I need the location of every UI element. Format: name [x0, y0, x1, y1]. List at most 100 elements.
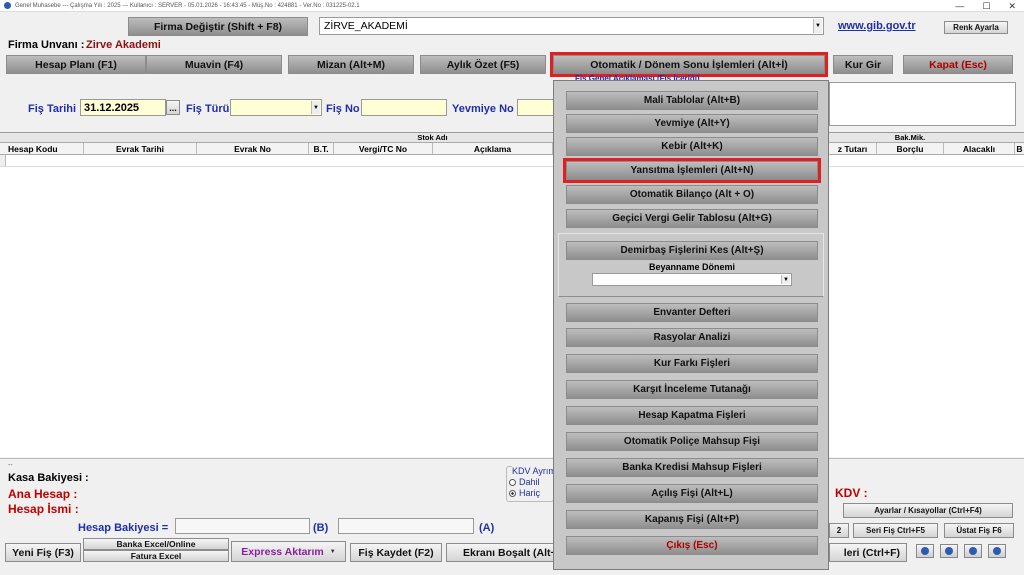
grid-column-header: Hesap Kodu Evrak Tarihi Evrak No B.T. Ve… — [0, 143, 1024, 155]
col-bt[interactable]: B.T. — [309, 143, 334, 154]
menu-otomatik-police[interactable]: Otomatik Poliçe Mahsup Fişi — [566, 432, 818, 451]
nav-next-button[interactable] — [964, 544, 982, 558]
hesap-bakiyesi-alacak-field — [338, 518, 474, 534]
menu-karsit-inceleme[interactable]: Karşıt İnceleme Tutanağı — [566, 380, 818, 399]
kasa-bakiyesi-label: Kasa Bakiyesi : — [8, 472, 89, 484]
seri-fis-button[interactable]: Seri Fiş Ctrl+F5 — [853, 523, 938, 538]
row-indicator — [0, 155, 6, 166]
radio-icon — [509, 478, 516, 486]
col-vergi-tc-no[interactable]: Vergi/TC No — [334, 143, 433, 154]
fis-no-input[interactable] — [361, 99, 447, 116]
otomatik-islemler-menu: Mali Tablolar (Alt+B) Yevmiye (Alt+Y) Ke… — [553, 80, 829, 570]
col-evrak-no[interactable]: Evrak No — [197, 143, 309, 154]
chevron-down-icon[interactable]: ▼ — [813, 19, 822, 33]
fis-genel-aciklama-input[interactable] — [829, 82, 1016, 126]
banka-excel-button[interactable]: Banka Excel/Online — [83, 538, 229, 550]
maximize-icon[interactable]: ☐ — [982, 1, 990, 12]
hesap-ismi-label: Hesap İsmi : — [8, 502, 79, 516]
nav-prev-icon — [945, 547, 953, 555]
yeni-fis-button[interactable]: Yeni Fiş (F3) — [5, 543, 81, 562]
minimize-icon[interactable]: — — [955, 1, 964, 11]
menu-otomatik-bilanco[interactable]: Otomatik Bilanço (Alt + O) — [566, 185, 818, 204]
renk-ayarla-button[interactable]: Renk Ayarla — [944, 21, 1008, 34]
window-titlebar: Genel Muhasebe --- Çalışma Yılı : 2025 -… — [0, 0, 1024, 12]
kur-gir-button[interactable]: Kur Gir — [833, 55, 893, 74]
fis-turu-label: Fiş Türü — [186, 103, 230, 115]
menu-mali-tablolar[interactable]: Mali Tablolar (Alt+B) — [566, 91, 818, 110]
beyanname-donemi-select[interactable]: ▼ — [592, 273, 792, 286]
col-evrak-tarihi[interactable]: Evrak Tarihi — [84, 143, 197, 154]
nav-first-icon — [921, 547, 929, 555]
splitter-handle[interactable]: -- — [8, 462, 13, 469]
yevmiye-no-label: Yevmiye No — [452, 103, 514, 115]
company-select-value: ZİRVE_AKADEMİ — [324, 20, 408, 32]
hesap-bakiyesi-label: Hesap Bakiyesi = — [78, 522, 169, 534]
mizan-button[interactable]: Mizan (Alt+M) — [288, 55, 414, 74]
menu-hesap-kapatma[interactable]: Hesap Kapatma Fişleri — [566, 406, 818, 425]
col-hesap-kodu[interactable]: Hesap Kodu — [0, 143, 84, 154]
ayarlar-kisayollar-button[interactable]: Ayarlar / Kısayollar (Ctrl+F4) — [843, 503, 1013, 518]
company-select[interactable]: ZİRVE_AKADEMİ ▼ — [319, 17, 824, 35]
fatura-excel-button[interactable]: Fatura Excel — [83, 550, 229, 562]
hesap-plani-button[interactable]: Hesap Planı (F1) — [6, 55, 146, 74]
menu-yansitma-islemleri[interactable]: Yansıtma İşlemleri (Alt+N) — [563, 158, 821, 183]
menu-banka-kredisi[interactable]: Banka Kredisi Mahsup Fişleri — [566, 458, 818, 477]
ctrl-f-button[interactable]: leri (Ctrl+F) — [829, 543, 907, 562]
col-b[interactable]: B — [1015, 143, 1024, 154]
ustat-fis-button[interactable]: Üstat Fiş F6 — [944, 523, 1014, 538]
col-tutari[interactable]: z Tutarı — [829, 143, 877, 154]
firma-degistir-button[interactable]: Firma Değiştir (Shift + F8) — [128, 17, 308, 36]
close-icon[interactable]: ✕ — [1008, 1, 1016, 12]
hesap-bakiyesi-borc-field — [175, 518, 310, 534]
menu-cikis[interactable]: Çıkış (Esc) — [566, 536, 818, 555]
menu-gecici-vergi[interactable]: Geçici Vergi Gelir Tablosu (Alt+G) — [566, 209, 818, 228]
kdv-haric-radio[interactable]: Hariç — [509, 488, 540, 498]
fis-no-label: Fiş No — [326, 103, 360, 115]
chevron-down-icon[interactable]: ▼ — [781, 275, 790, 284]
chevron-down-icon[interactable]: ▼ — [311, 101, 320, 114]
firma-unvani-value: Zirve Akademi — [86, 39, 161, 51]
fis-tarihi-label: Fiş Tarihi — [28, 103, 77, 115]
yevmiye-no-input[interactable] — [517, 99, 557, 116]
menu-acilis-fisi[interactable]: Açılış Fişi (Alt+L) — [566, 484, 818, 503]
table-row[interactable] — [0, 155, 1024, 167]
nav-last-button[interactable] — [988, 544, 1006, 558]
kapat-button[interactable]: Kapat (Esc) — [903, 55, 1013, 74]
beyanname-donemi-label: Beyanname Dönemi — [648, 262, 736, 272]
nav-prev-button[interactable] — [940, 544, 958, 558]
ana-hesap-label: Ana Hesap : — [8, 487, 78, 501]
fis-detail-grid[interactable]: Stok Adı Bak.Mik. Hesap Kodu Evrak Tarih… — [0, 132, 1024, 457]
app-icon — [4, 2, 11, 9]
kdv-dahil-radio[interactable]: Dahil — [509, 477, 540, 487]
menu-kur-farki-fisleri[interactable]: Kur Farkı Fişleri — [566, 354, 818, 373]
alacak-a-label: (A) — [479, 522, 495, 534]
button-2[interactable]: 2 — [829, 523, 849, 538]
muavin-button[interactable]: Muavin (F4) — [146, 55, 282, 74]
chevron-down-icon[interactable]: ▼ — [330, 549, 336, 555]
kdv-label: KDV : — [835, 486, 868, 500]
nav-last-icon — [993, 547, 1001, 555]
kdv-ayrimi-label: KDV Ayrımı — [512, 466, 554, 476]
gib-link[interactable]: www.gib.gov.tr — [838, 20, 916, 32]
menu-demirbas-fisleri[interactable]: Demirbaş Fişlerini Kes (Alt+Ş) — [566, 241, 818, 260]
fis-turu-select[interactable]: ▼ — [230, 99, 322, 116]
fis-tarihi-input[interactable]: 31.12.2025 — [80, 99, 166, 116]
col-alacakli[interactable]: Alacaklı — [944, 143, 1015, 154]
menu-yevmiye[interactable]: Yevmiye (Alt+Y) — [566, 114, 818, 133]
col-aciklama[interactable]: Açıklama — [433, 143, 553, 154]
kdv-haric-label: Hariç — [519, 488, 541, 498]
col-borclu[interactable]: Borçlu — [877, 143, 944, 154]
kdv-dahil-label: Dahil — [519, 477, 540, 487]
date-picker-button[interactable]: ... — [166, 100, 180, 115]
menu-envanter-defteri[interactable]: Envanter Defteri — [566, 303, 818, 322]
fis-kaydet-button[interactable]: Fiş Kaydet (F2) — [350, 543, 442, 562]
menu-kapanis-fisi[interactable]: Kapanış Fişi (Alt+P) — [566, 510, 818, 529]
express-aktarim-button[interactable]: Express Aktarım ▼ — [231, 541, 346, 562]
menu-kebir[interactable]: Kebir (Alt+K) — [566, 137, 818, 156]
window-title: Genel Muhasebe --- Çalışma Yılı : 2025 -… — [15, 2, 360, 9]
nav-first-button[interactable] — [916, 544, 934, 558]
menu-rasyolar-analizi[interactable]: Rasyolar Analizi — [566, 328, 818, 347]
otomatik-donem-sonu-button[interactable]: Otomatik / Dönem Sonu İşlemleri (Alt+İ) — [550, 52, 828, 77]
aylik-ozet-button[interactable]: Aylık Özet (F5) — [420, 55, 546, 74]
ekrani-bosalt-button[interactable]: Ekranı Boşalt (Alt+ — [446, 543, 554, 562]
